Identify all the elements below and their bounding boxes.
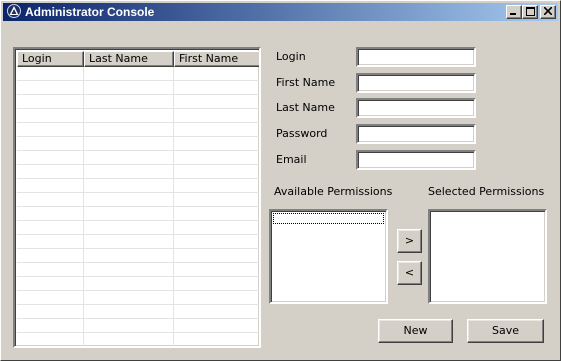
column-header-login[interactable]: Login — [17, 51, 84, 67]
available-permissions-label: Available Permissions — [274, 185, 393, 198]
minimize-button[interactable] — [506, 5, 522, 19]
remove-permission-button[interactable]: < — [397, 261, 422, 285]
close-button[interactable] — [540, 5, 556, 19]
window-title: Administrator Console — [25, 5, 155, 19]
first-name-field[interactable] — [356, 73, 476, 93]
table-body[interactable] — [17, 67, 259, 346]
focus-rectangle — [273, 213, 384, 224]
selected-permissions-label: Selected Permissions — [428, 185, 545, 198]
password-field[interactable] — [356, 124, 476, 144]
table-header: Login Last Name First Name — [17, 51, 259, 67]
maximize-button[interactable] — [522, 5, 538, 19]
add-permission-button[interactable]: > — [397, 229, 422, 253]
last-name-field[interactable] — [356, 98, 476, 118]
maximize-icon — [525, 7, 535, 16]
last-name-label: Last Name — [276, 101, 335, 114]
column-divider — [173, 67, 174, 346]
selected-permissions-list[interactable] — [428, 209, 547, 304]
column-header-first-name[interactable]: First Name — [174, 51, 259, 67]
login-label: Login — [276, 50, 306, 63]
password-label: Password — [276, 127, 328, 140]
first-name-label: First Name — [276, 76, 336, 89]
available-permissions-list[interactable] — [269, 209, 388, 304]
close-icon — [544, 7, 552, 15]
users-table[interactable]: Login Last Name First Name — [13, 47, 261, 348]
title-bar[interactable]: Administrator Console — [3, 3, 558, 21]
admin-console-window: Administrator Console Login Last Name Fi… — [0, 0, 561, 361]
minimize-icon — [510, 13, 516, 15]
login-field[interactable] — [356, 47, 476, 67]
triangle-logo-icon — [7, 4, 21, 18]
save-button[interactable]: Save — [467, 319, 544, 343]
new-button[interactable]: New — [378, 319, 453, 343]
email-label: Email — [276, 153, 307, 166]
email-field[interactable] — [356, 150, 476, 170]
column-divider — [83, 67, 84, 346]
column-header-last-name[interactable]: Last Name — [84, 51, 174, 67]
